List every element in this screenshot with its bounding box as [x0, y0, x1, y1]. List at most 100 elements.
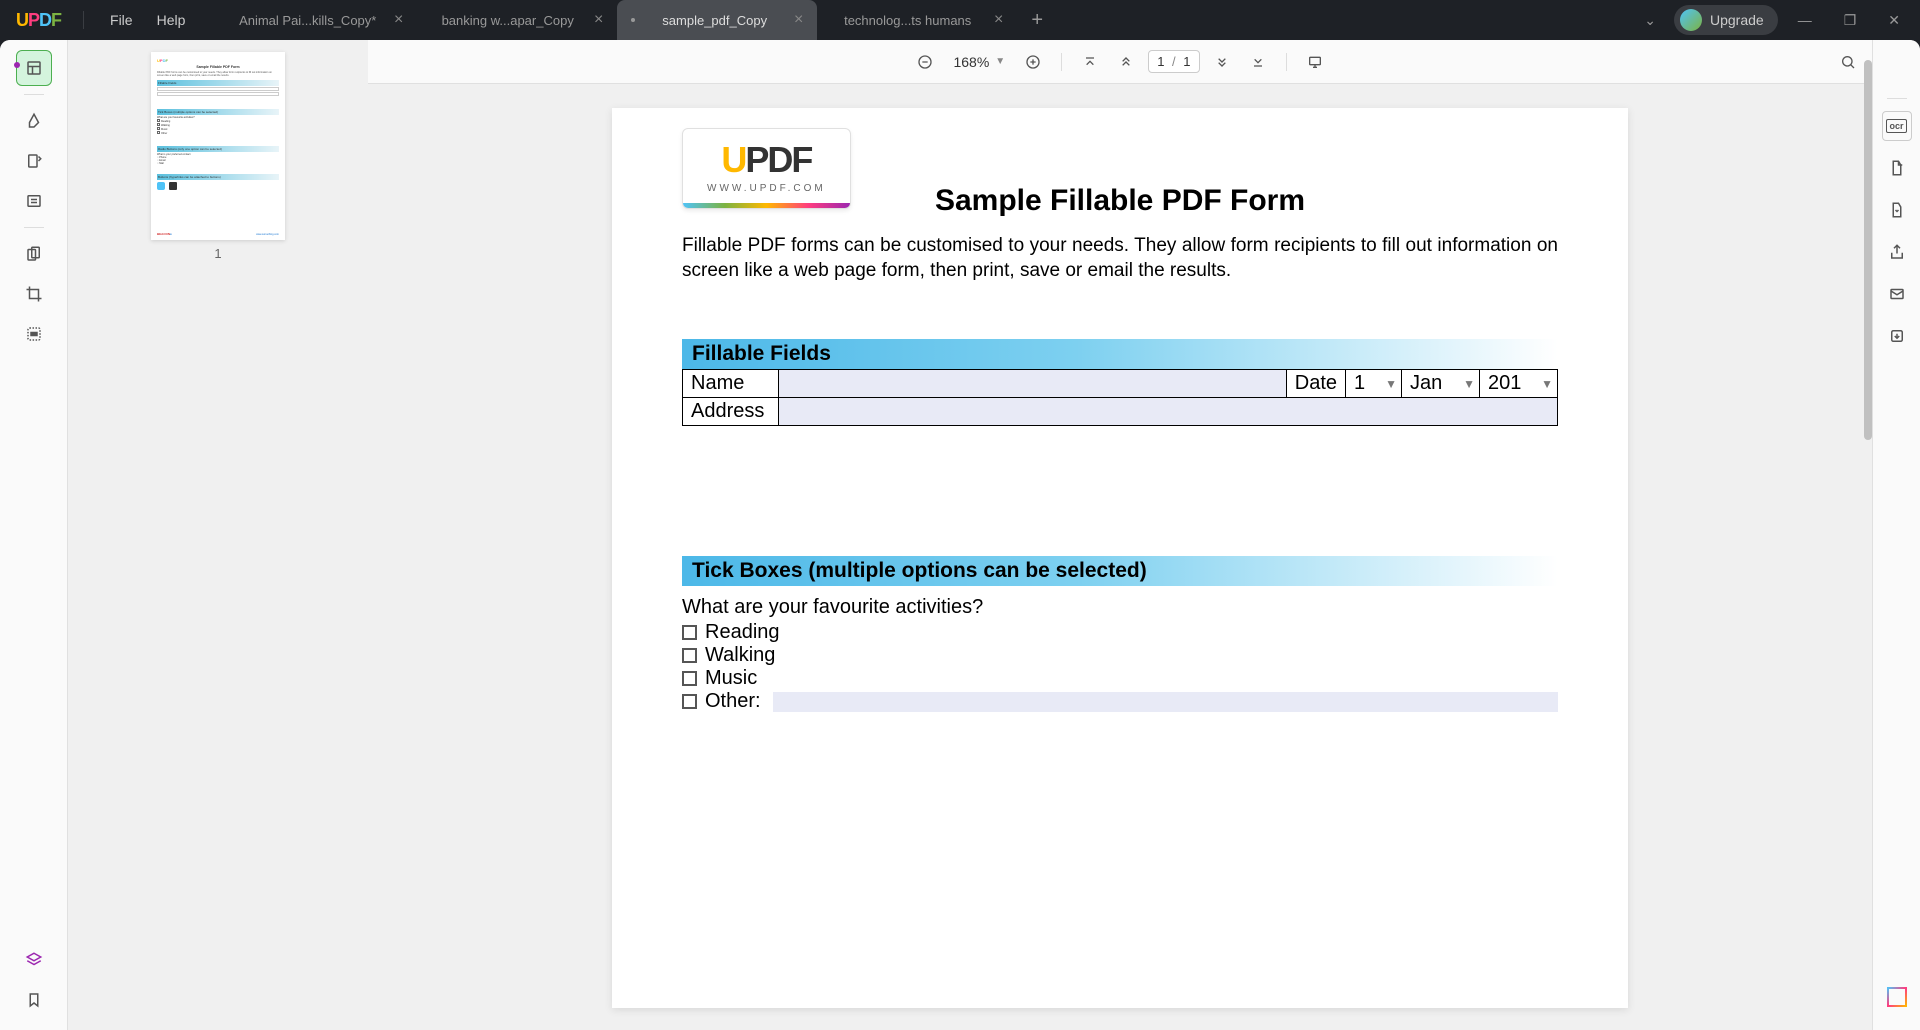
search-button[interactable]: [1834, 48, 1862, 76]
tab-3[interactable]: technolog...ts humans ×: [817, 0, 1017, 40]
save-icon: [1888, 327, 1906, 345]
share-icon: [1888, 243, 1906, 261]
separator: [1061, 53, 1062, 71]
minimize-button[interactable]: —: [1786, 12, 1824, 28]
crop-icon: [25, 285, 43, 303]
save-button[interactable]: [1882, 321, 1912, 351]
separator: [24, 227, 44, 228]
tab-title: banking w...apar_Copy: [431, 13, 584, 28]
chevron-bottom-icon: [1250, 54, 1266, 70]
convert-button[interactable]: [1882, 153, 1912, 183]
maximize-button[interactable]: ❐: [1832, 12, 1869, 29]
close-icon[interactable]: ×: [594, 11, 603, 29]
page-sep: /: [1172, 54, 1176, 69]
tab-title: Animal Pai...kills_Copy*: [231, 13, 384, 28]
page-thumbnail[interactable]: UPDF Sample Fillable PDF Form Fillable P…: [151, 52, 285, 240]
close-icon[interactable]: ×: [394, 11, 403, 29]
crop-tool[interactable]: [16, 276, 52, 312]
chevron-top-icon: [1082, 54, 1098, 70]
titlebar: UPDF File Help Animal Pai...kills_Copy* …: [0, 0, 1920, 40]
date-month-select[interactable]: Jan▼: [1402, 370, 1480, 398]
dropdown-icon: ▼: [1463, 377, 1475, 391]
separator: [24, 94, 44, 95]
menu-file[interactable]: File: [98, 12, 145, 28]
date-label: Date: [1286, 370, 1345, 398]
tab-bar: Animal Pai...kills_Copy* × banking w...a…: [217, 0, 1057, 40]
edit-tool[interactable]: [16, 143, 52, 179]
scrollbar[interactable]: [1864, 60, 1872, 440]
tab-1[interactable]: banking w...apar_Copy ×: [417, 0, 617, 40]
checkbox-music[interactable]: [682, 671, 697, 686]
date-day-select[interactable]: 1▼: [1346, 370, 1402, 398]
tab-title: technolog...ts humans: [831, 13, 984, 28]
chevron-down-icon: [1214, 54, 1230, 70]
next-page-button[interactable]: [1208, 48, 1236, 76]
last-page-button[interactable]: [1244, 48, 1272, 76]
checkbox-reading[interactable]: [682, 625, 697, 640]
check-label: Music: [705, 667, 757, 690]
page-total: 1: [1183, 54, 1190, 69]
left-toolbar: [0, 40, 68, 1030]
file-export-icon: [1888, 159, 1906, 177]
checklist: Reading Walking Music Other:: [682, 621, 1558, 713]
titlebar-right: ⌄ Upgrade — ❐ ✕: [1634, 5, 1912, 35]
ai-button[interactable]: [1882, 982, 1912, 1012]
search-icon: [1840, 54, 1856, 70]
zoom-in-button[interactable]: [1019, 48, 1047, 76]
check-option: Reading: [682, 621, 1558, 644]
other-input[interactable]: [773, 692, 1558, 712]
name-label: Name: [683, 370, 779, 398]
thumbnails-icon: [25, 59, 43, 77]
name-input[interactable]: [779, 370, 1287, 398]
form-tool[interactable]: [16, 183, 52, 219]
presentation-button[interactable]: [1301, 48, 1329, 76]
highlight-tool[interactable]: [16, 103, 52, 139]
logo-subtitle: WWW.UPDF.COM: [707, 183, 826, 194]
compress-button[interactable]: [1882, 195, 1912, 225]
document-logo: UPDF WWW.UPDF.COM: [682, 128, 851, 209]
bookmark-icon: [25, 991, 43, 1009]
email-button[interactable]: [1882, 279, 1912, 309]
organize-tool[interactable]: [16, 236, 52, 272]
ocr-button[interactable]: ocr: [1882, 111, 1912, 141]
checkbox-walking[interactable]: [682, 648, 697, 663]
address-input[interactable]: [779, 398, 1558, 426]
zoom-out-button[interactable]: [911, 48, 939, 76]
separator: [1286, 53, 1287, 71]
tab-2[interactable]: sample_pdf_Copy ×: [617, 0, 817, 40]
check-label: Reading: [705, 621, 780, 644]
check-option: Other:: [682, 690, 1558, 713]
document-area: 168% ▼ 1 / 1: [368, 40, 1872, 1030]
checkbox-other[interactable]: [682, 694, 697, 709]
accent-dot-icon: [14, 62, 20, 68]
form-intro: Fillable PDF forms can be customised to …: [682, 234, 1558, 283]
bookmark-tool[interactable]: [16, 982, 52, 1018]
close-icon[interactable]: ×: [794, 11, 803, 29]
date-year-select[interactable]: 201▼: [1480, 370, 1558, 398]
close-icon[interactable]: ×: [994, 11, 1003, 29]
upgrade-label: Upgrade: [1710, 12, 1764, 28]
zoom-display[interactable]: 168% ▼: [947, 54, 1011, 70]
pdf-page: UPDF WWW.UPDF.COM Sample Fillable PDF Fo…: [612, 108, 1628, 1008]
thumbnails-tool[interactable]: [16, 50, 52, 86]
tab-0[interactable]: Animal Pai...kills_Copy* ×: [217, 0, 417, 40]
prev-page-button[interactable]: [1112, 48, 1140, 76]
menu-help[interactable]: Help: [145, 12, 198, 28]
share-button[interactable]: [1882, 237, 1912, 267]
add-tab-button[interactable]: +: [1017, 9, 1057, 32]
chevron-down-icon[interactable]: ⌄: [1634, 12, 1666, 29]
app-logo: UPDF: [8, 10, 69, 31]
layers-tool[interactable]: [16, 942, 52, 978]
marker-icon: [25, 112, 43, 130]
document-viewport[interactable]: UPDF WWW.UPDF.COM Sample Fillable PDF Fo…: [368, 84, 1872, 1030]
check-label: Walking: [705, 644, 775, 667]
document-toolbar: 168% ▼ 1 / 1: [368, 40, 1872, 84]
upgrade-button[interactable]: Upgrade: [1674, 5, 1778, 35]
page-input[interactable]: 1 / 1: [1148, 50, 1199, 73]
form-icon: [25, 192, 43, 210]
fields-table: Name Date 1▼ Jan▼ 201▼ Address: [682, 369, 1558, 426]
first-page-button[interactable]: [1076, 48, 1104, 76]
close-button[interactable]: ✕: [1876, 12, 1912, 29]
avatar-icon: [1680, 9, 1702, 31]
redact-tool[interactable]: [16, 316, 52, 352]
